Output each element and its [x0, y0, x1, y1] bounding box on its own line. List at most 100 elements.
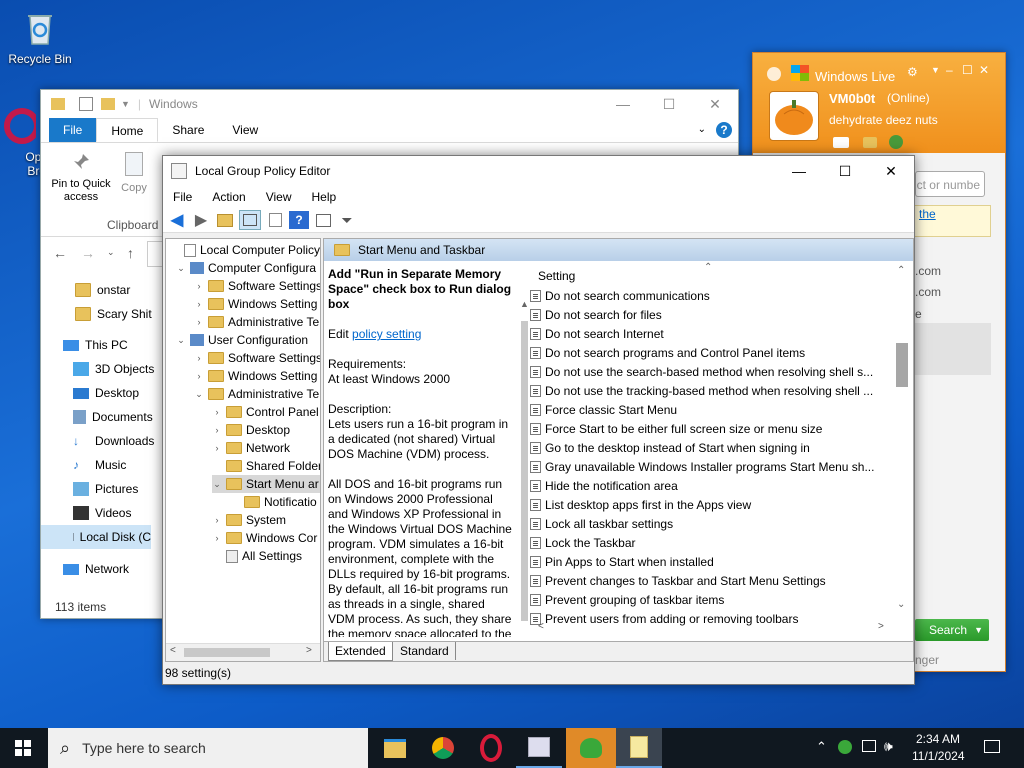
tree-item[interactable]: › Administrative Te: [194, 313, 320, 331]
nav-item-scary-shit[interactable]: Scary Shit: [75, 307, 152, 321]
expand-chevron-icon[interactable]: ›: [212, 407, 222, 417]
live-personal-message[interactable]: dehydrate deez nuts: [829, 113, 938, 127]
show-hide-tree-icon[interactable]: [239, 210, 261, 230]
nav-item-this-pc[interactable]: This PC: [63, 338, 128, 352]
nav-item-onstar[interactable]: onstar: [75, 283, 130, 297]
menu-help[interactable]: Help: [302, 190, 347, 204]
live-dropdown-icon[interactable]: ▼: [931, 65, 940, 75]
tree-item[interactable]: Shared Folder: [212, 457, 320, 475]
tab-standard[interactable]: Standard: [394, 642, 456, 660]
gpe-maximize-button[interactable]: ☐: [822, 163, 868, 180]
collapse-chevron-icon[interactable]: ⌄: [212, 479, 222, 490]
address-box[interactable]: [147, 241, 162, 267]
nav-item-videos[interactable]: Videos: [73, 506, 131, 520]
tree-item[interactable]: › Windows Cor: [212, 529, 318, 547]
menu-view[interactable]: View: [256, 190, 302, 204]
setting-row[interactable]: Hide the notification area: [530, 476, 678, 495]
setting-row[interactable]: Lock all taskbar settings: [530, 514, 673, 533]
taskbar-gpedit[interactable]: [516, 728, 562, 768]
menu-file[interactable]: File: [163, 190, 202, 204]
collapse-chevron-icon[interactable]: ⌄: [176, 335, 186, 346]
nav-item-local-disk[interactable]: Local Disk (C: [41, 525, 151, 549]
tree-item[interactable]: › Software Settings: [194, 349, 321, 367]
tab-extended[interactable]: Extended: [328, 642, 393, 661]
tree-item[interactable]: ⌄ Computer Configura: [176, 259, 316, 277]
expand-chevron-icon[interactable]: ›: [194, 371, 204, 381]
nav-item-desktop[interactable]: Desktop: [73, 386, 139, 400]
edit-policy-link[interactable]: policy setting: [352, 327, 421, 341]
spaces-icon[interactable]: [863, 137, 877, 148]
live-notice-link[interactable]: the: [919, 207, 936, 221]
setting-row[interactable]: Do not use the search-based method when …: [530, 362, 873, 381]
nav-item-network[interactable]: Network: [63, 562, 129, 576]
back-icon[interactable]: ←: [53, 245, 67, 261]
setting-row[interactable]: Do not use the tracking-based method whe…: [530, 381, 873, 400]
tree-item[interactable]: › Network: [212, 439, 291, 457]
volume-icon[interactable]: 🕪: [884, 738, 893, 755]
avatar[interactable]: [769, 91, 819, 141]
live-menu-icon[interactable]: [767, 67, 781, 81]
settings-horizontal-scrollbar[interactable]: < >: [528, 621, 894, 635]
forward-icon[interactable]: →: [81, 245, 95, 261]
taskbar-file-explorer[interactable]: [372, 728, 418, 768]
network-tray-icon[interactable]: [862, 740, 876, 752]
setting-row[interactable]: Do not search programs and Control Panel…: [530, 343, 805, 362]
live-contact[interactable]: .com: [915, 264, 941, 278]
expand-chevron-icon[interactable]: ›: [194, 299, 204, 309]
taskbar-search-box[interactable]: ⌕ Type here to search: [48, 728, 368, 768]
new-folder-icon[interactable]: [101, 98, 115, 110]
tree-item[interactable]: Local Computer Policy: [170, 241, 320, 259]
setting-row[interactable]: Do not search for files: [530, 305, 662, 324]
tab-home[interactable]: Home: [96, 118, 159, 142]
tree-item[interactable]: › System: [212, 511, 287, 529]
tree-item[interactable]: ⌄ Start Menu ar: [212, 475, 320, 493]
setting-row[interactable]: Force Start to be either full screen siz…: [530, 419, 822, 438]
filter-icon[interactable]: ⏷: [337, 211, 357, 229]
tree-item[interactable]: › Windows Setting: [194, 295, 318, 313]
expand-chevron-icon[interactable]: ›: [212, 515, 222, 525]
expand-chevron-icon[interactable]: ›: [194, 353, 204, 363]
up-folder-icon[interactable]: [215, 211, 235, 229]
help-book-icon[interactable]: ?: [289, 211, 309, 229]
live-search-input[interactable]: ct or numbe: [915, 171, 985, 197]
mail-icon[interactable]: [833, 137, 849, 148]
forward-arrow-icon[interactable]: ▶: [191, 211, 211, 229]
collapse-chevron-icon[interactable]: ⌄: [194, 389, 204, 400]
setting-row[interactable]: Prevent grouping of taskbar items: [530, 590, 724, 609]
setting-row[interactable]: Gray unavailable Windows Installer progr…: [530, 457, 874, 476]
settings-vertical-scrollbar[interactable]: ⌃ ⌄: [894, 261, 910, 615]
setting-row[interactable]: Force classic Start Menu: [530, 400, 677, 419]
live-contact[interactable]: e: [915, 307, 922, 321]
setting-row[interactable]: Pin Apps to Start when installed: [530, 552, 714, 571]
expand-chevron-icon[interactable]: ›: [212, 443, 222, 453]
setting-row[interactable]: Do not search communications: [530, 286, 710, 305]
desktop-icon-recycle-bin[interactable]: Recycle Bin: [2, 8, 78, 66]
tree-item[interactable]: › Windows Setting: [194, 367, 318, 385]
column-header-setting[interactable]: Setting: [538, 269, 575, 283]
expand-chevron-icon[interactable]: ›: [194, 317, 204, 327]
live-minimize-button[interactable]: –: [946, 63, 953, 77]
tree-item[interactable]: › Control Panel: [212, 403, 319, 421]
tree-item[interactable]: › Desktop: [212, 421, 291, 439]
explorer-minimize-button[interactable]: —: [600, 96, 646, 112]
group-policy-editor-window[interactable]: Local Group Policy Editor — ☐ ✕ File Act…: [162, 155, 915, 685]
explorer-maximize-button[interactable]: ☐: [646, 96, 692, 113]
nav-item-downloads[interactable]: ↓ Downloads: [73, 434, 154, 448]
nav-item-documents[interactable]: Documents: [73, 410, 153, 424]
back-arrow-icon[interactable]: ◀: [167, 211, 187, 229]
taskbar-chrome[interactable]: [420, 728, 466, 768]
live-search-button[interactable]: Search ▼: [915, 619, 989, 641]
properties-grid-icon[interactable]: [313, 211, 333, 229]
setting-row[interactable]: Do not search Internet: [530, 324, 664, 343]
clock-date[interactable]: 11/1/2024: [912, 749, 965, 763]
help-icon[interactable]: ?: [716, 122, 732, 138]
tab-share[interactable]: Share: [158, 118, 218, 142]
ribbon-expand-icon[interactable]: ⌄: [698, 118, 706, 142]
live-contact[interactable]: .com: [915, 285, 941, 299]
search-dropdown-icon[interactable]: ▼: [974, 625, 983, 635]
recent-chevron-icon[interactable]: ⌄: [107, 247, 115, 258]
nav-item-pictures[interactable]: Pictures: [73, 482, 138, 496]
nav-item-3d-objects[interactable]: 3D Objects: [73, 362, 154, 376]
expand-chevron-icon[interactable]: ›: [212, 533, 222, 543]
setting-row[interactable]: Lock the Taskbar: [530, 533, 636, 552]
